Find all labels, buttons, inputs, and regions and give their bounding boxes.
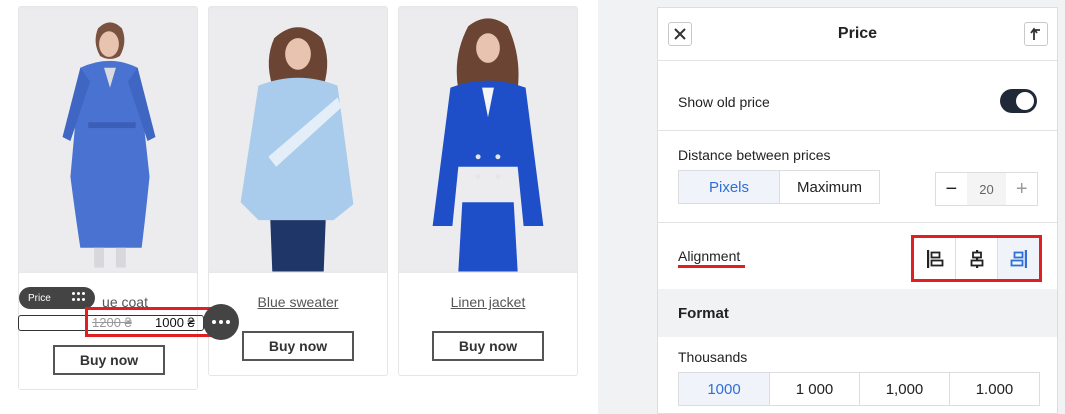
dot-icon [226,320,230,324]
mode-pixels-button[interactable]: Pixels [679,171,779,203]
linen-jacket-image [399,8,577,272]
thousands-option-dot[interactable]: 1.000 [949,373,1039,405]
arrow-up-parent-icon [1030,27,1040,40]
divider [658,222,1057,223]
dot-icon [219,320,223,324]
thousands-option-comma[interactable]: 1,000 [859,373,949,405]
product-photo-blue-sweater[interactable] [209,7,387,273]
align-left-button[interactable] [914,238,955,279]
panel-title: Price [837,25,878,42]
thousands-option-space[interactable]: 1 000 [769,373,859,405]
price-settings-panel: Price Show old price Distance between pr… [657,7,1058,414]
alignment-highlight-underline [678,265,745,268]
toggle-knob [1016,92,1034,110]
product-card-linen-jacket[interactable]: Linen jacket Buy now [398,6,578,376]
align-left-icon [926,249,943,268]
increment-button[interactable]: + [1006,173,1037,205]
product-photo-linen-jacket[interactable] [399,7,577,273]
distance-mode-switch: Pixels Maximum [678,170,880,204]
dot-icon [212,320,216,324]
show-old-price-toggle[interactable] [1000,89,1037,113]
drag-handle-icon[interactable] [72,292,86,303]
divider [658,130,1057,131]
decrement-button[interactable]: − [936,173,967,205]
blue-sweater-image [209,8,387,272]
align-right-button[interactable] [997,238,1039,279]
alignment-options [911,235,1042,282]
show-old-price-label: Show old price [678,94,770,110]
panel-header: Price [658,8,1057,61]
price-tag-label: Price [28,292,51,304]
editor-root: ue coat Buy now Blue sweater Buy now Lin… [0,0,1065,414]
align-center-button[interactable] [955,238,997,279]
price-element-tag[interactable]: Price [19,287,95,309]
thousands-label: Thousands [678,349,748,365]
product-photo-blue-coat[interactable] [19,7,197,273]
format-section-header: Format [658,289,1057,337]
buy-now-button[interactable]: Buy now [242,331,354,361]
product-name-linen-jacket[interactable]: Linen jacket [399,294,577,310]
go-to-parent-button[interactable] [1024,22,1048,46]
thousands-format-switch: 1000 1 000 1,000 1.000 [678,372,1040,406]
distance-label: Distance between prices [678,147,831,163]
format-title: Format [678,305,729,322]
blue-coat-image [19,8,197,272]
alignment-label: Alignment [678,248,741,264]
align-right-icon [1010,249,1027,268]
buy-now-button[interactable]: Buy now [53,345,165,375]
product-name-blue-sweater[interactable]: Blue sweater [209,294,387,310]
buy-now-button[interactable]: Buy now [432,331,544,361]
price-highlight-box [85,307,211,337]
mode-maximum-button[interactable]: Maximum [779,171,879,203]
align-center-icon [970,249,983,268]
distance-stepper: − 20 + [935,172,1038,206]
more-options-button[interactable] [203,304,239,340]
thousands-option-plain[interactable]: 1000 [679,373,769,405]
distance-value[interactable]: 20 [966,173,1007,205]
